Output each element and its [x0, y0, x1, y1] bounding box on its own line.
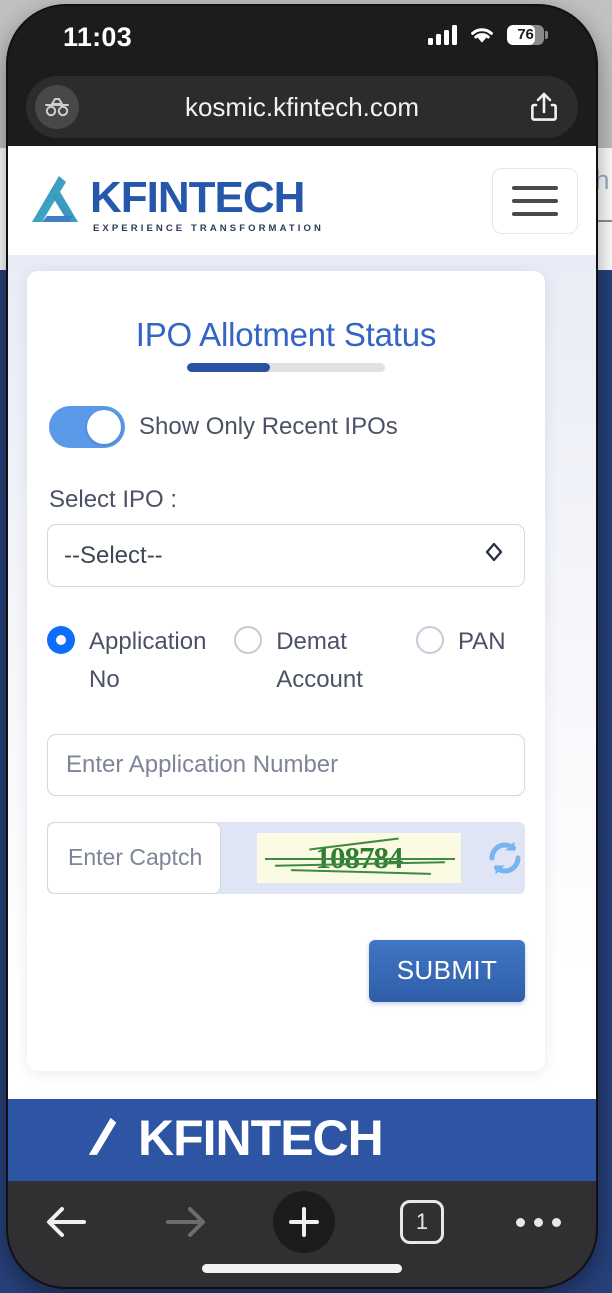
browser-bottom-toolbar: 1	[8, 1181, 596, 1287]
radio-option-application-no[interactable]: Application No	[47, 623, 234, 700]
submit-button[interactable]: SUBMIT	[369, 939, 525, 1002]
captcha-image: 108784	[257, 832, 461, 883]
ipo-allotment-card: IPO Allotment Status Show Only Recent IP…	[27, 271, 545, 1071]
ios-status-bar: 11:03 76	[8, 6, 596, 68]
site-header: KFINTECH EXPERIENCE TRANSFORMATION	[8, 146, 596, 256]
recent-ipos-toggle-row[interactable]: Show Only Recent IPOs	[47, 406, 525, 448]
radio-label: PAN	[457, 628, 506, 655]
status-bar-clock: 11:03	[63, 22, 133, 52]
captcha-input[interactable]: Enter Captch	[47, 821, 221, 894]
page-body: IPO Allotment Status Show Only Recent IP…	[8, 256, 596, 1181]
cellular-signal-icon	[428, 24, 457, 45]
footer-logo-text: KFINTECH	[138, 1110, 384, 1166]
back-button[interactable]	[8, 1181, 126, 1263]
radio-label: Application No	[89, 628, 207, 694]
tab-count-badge: 1	[400, 1200, 444, 1244]
page-title: IPO Allotment Status	[135, 316, 437, 353]
kfintech-triangle-logo-icon	[88, 1117, 117, 1155]
back-arrow-icon	[47, 1207, 86, 1237]
footer-kfintech-logo: KFINTECH	[84, 1110, 384, 1166]
tab-overview-button[interactable]: 1	[364, 1181, 480, 1263]
submit-row: SUBMIT	[47, 939, 525, 1002]
more-dots-icon	[515, 1217, 561, 1227]
radio-option-demat-account[interactable]: Demat Account	[234, 623, 416, 700]
select-ipo-value: --Select--	[64, 541, 163, 569]
select-ipo-dropdown[interactable]: --Select--	[47, 524, 525, 587]
radio-option-pan[interactable]: PAN	[415, 623, 525, 661]
share-icon[interactable]	[526, 89, 562, 125]
more-menu-button[interactable]	[480, 1181, 596, 1263]
logo-text: KFINTECH	[90, 173, 305, 222]
battery-nub	[545, 30, 548, 39]
new-tab-button[interactable]	[244, 1181, 364, 1263]
site-footer: KFINTECH	[8, 1099, 596, 1181]
toggle-label: Show Only Recent IPOs	[139, 413, 398, 440]
radio-label: Demat Account	[276, 628, 363, 694]
radio-indicator[interactable]	[234, 626, 263, 654]
battery-icon: 76	[507, 24, 544, 45]
url-text[interactable]: kosmic.kfintech.com	[26, 76, 578, 138]
radio-indicator[interactable]	[47, 626, 75, 654]
application-number-placeholder: Enter Application Number	[66, 750, 339, 778]
application-number-input[interactable]: Enter Application Number	[47, 733, 525, 796]
radio-indicator[interactable]	[415, 626, 444, 654]
kfintech-triangle-logo-icon	[32, 176, 78, 222]
logo-tagline: EXPERIENCE TRANSFORMATION	[93, 223, 324, 234]
toggle-knob	[87, 410, 121, 444]
status-bar-indicators: 76	[428, 24, 548, 45]
captcha-placeholder: Enter Captch	[68, 844, 203, 871]
show-recent-ipos-toggle[interactable]	[49, 406, 125, 448]
forward-arrow-icon	[166, 1207, 205, 1237]
title-underline-bar	[187, 363, 385, 372]
address-bar[interactable]: kosmic.kfintech.com	[26, 76, 578, 138]
home-indicator[interactable]	[202, 1264, 402, 1273]
select-ipo-label: Select IPO :	[49, 486, 178, 513]
search-type-radio-group[interactable]: Application No Demat Account PAN	[47, 623, 525, 700]
plus-icon	[289, 1207, 319, 1237]
forward-button[interactable]	[126, 1181, 244, 1263]
hamburger-menu-icon[interactable]	[492, 168, 578, 234]
refresh-icon[interactable]	[485, 838, 525, 878]
captcha-row: Enter Captch 108784	[47, 821, 525, 894]
phone-frame: 11:03 76 kosmic.kfintech.com KFINTECH EX…	[8, 6, 596, 1287]
web-viewport: KFINTECH EXPERIENCE TRANSFORMATION IPO A…	[8, 146, 596, 1181]
kfintech-logo[interactable]: KFINTECH EXPERIENCE TRANSFORMATION	[26, 170, 324, 234]
wifi-icon	[471, 28, 493, 43]
chevron-updown-icon	[485, 542, 503, 562]
battery-percent-label: 76	[517, 26, 534, 43]
